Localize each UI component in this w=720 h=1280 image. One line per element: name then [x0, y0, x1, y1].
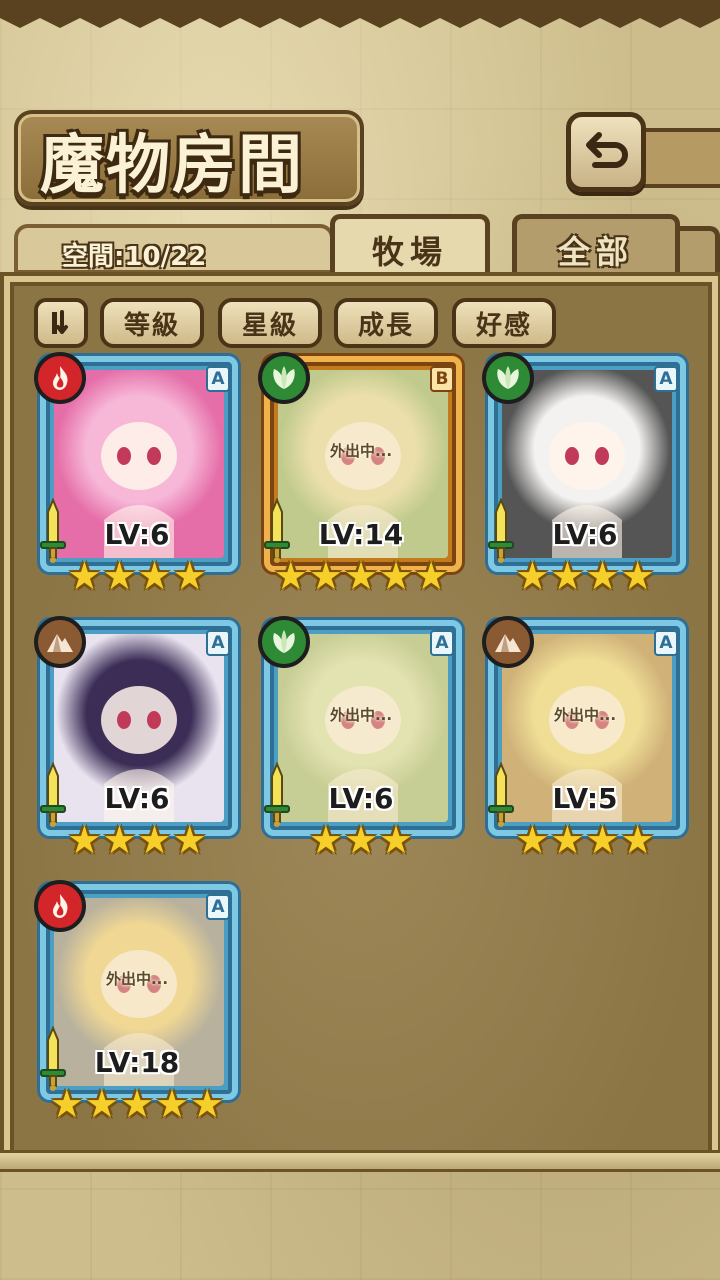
star-rating: ★ ★ ★ — [258, 820, 464, 860]
level-label: LV:18 — [94, 1046, 180, 1079]
tab-ranch[interactable]: 牧場 — [330, 214, 490, 280]
earth-element-icon — [482, 616, 534, 668]
monster-card[interactable]: A LV:6 ★ ★ ★ ★ — [34, 616, 240, 862]
star-icon: ★ — [102, 554, 137, 598]
away-status: 外出中... — [105, 970, 169, 988]
star-icon: ★ — [585, 554, 620, 598]
rank-badge: A — [206, 630, 230, 656]
back-button[interactable] — [566, 112, 646, 192]
away-status: 外出中... — [329, 442, 393, 460]
level-label: LV:14 — [318, 518, 404, 551]
star-icon: ★ — [414, 554, 449, 598]
star-icon: ★ — [67, 818, 102, 862]
rank-badge: A — [654, 366, 678, 392]
star-rating: ★ ★ ★ ★ — [34, 820, 240, 860]
monster-card[interactable]: A 外出中... LV:5 ★ ★ ★ ★ — [482, 616, 688, 862]
star-icon: ★ — [155, 1082, 190, 1126]
star-icon: ★ — [190, 1082, 225, 1126]
star-rating: ★ ★ ★ ★ ★ — [34, 1084, 240, 1124]
level-label: LV:6 — [328, 782, 394, 815]
monster-card[interactable]: B 外出中... LV:14 ★ ★ ★ ★ ★ — [258, 352, 464, 598]
sort-star-button[interactable]: 星級 — [218, 298, 322, 348]
star-icon: ★ — [137, 554, 172, 598]
star-icon: ★ — [379, 818, 414, 862]
monster-card[interactable]: A 外出中... LV:6 ★ ★ ★ — [258, 616, 464, 862]
fire-element-icon — [34, 352, 86, 404]
star-icon: ★ — [308, 554, 343, 598]
star-rating: ★ ★ ★ ★ — [482, 820, 688, 860]
sort-level-button[interactable]: 等級 — [100, 298, 204, 348]
star-icon: ★ — [102, 818, 137, 862]
star-rating: ★ ★ ★ ★ ★ — [258, 556, 464, 596]
monster-card[interactable]: A 外出中... LV:18 ★ ★ ★ ★ ★ — [34, 880, 240, 1126]
away-status: 外出中... — [329, 706, 393, 724]
rank-badge: A — [430, 630, 454, 656]
earth-element-icon — [34, 616, 86, 668]
monster-card[interactable]: A LV:6 ★ ★ ★ ★ — [34, 352, 240, 598]
star-icon: ★ — [379, 554, 414, 598]
sort-order-icon — [52, 310, 68, 334]
level-label: LV:6 — [104, 518, 170, 551]
star-icon: ★ — [119, 1082, 155, 1126]
leaf-element-icon — [482, 352, 534, 404]
level-label: LV:6 — [104, 782, 170, 815]
rank-badge: A — [206, 366, 230, 392]
level-label: LV:6 — [552, 518, 618, 551]
leaf-element-icon — [258, 352, 310, 404]
star-icon: ★ — [137, 818, 172, 862]
star-icon: ★ — [308, 818, 343, 862]
star-rating: ★ ★ ★ ★ — [34, 556, 240, 596]
return-arrow-icon — [586, 132, 628, 168]
star-icon: ★ — [550, 554, 585, 598]
page-title: 魔物房間 — [40, 128, 304, 203]
star-icon: ★ — [343, 554, 379, 598]
star-rating: ★ ★ ★ ★ — [482, 556, 688, 596]
panel-bottom-rail — [0, 1150, 720, 1172]
space-counter: 空間:10/22 — [62, 242, 207, 272]
star-icon: ★ — [84, 1082, 119, 1126]
star-icon: ★ — [172, 554, 207, 598]
rank-badge: B — [430, 366, 454, 392]
top-border — [0, 0, 720, 28]
leaf-element-icon — [258, 616, 310, 668]
away-status: 外出中... — [553, 706, 617, 724]
star-icon: ★ — [67, 554, 102, 598]
sort-growth-button[interactable]: 成長 — [334, 298, 438, 348]
sort-order-button[interactable] — [34, 298, 88, 348]
star-icon: ★ — [49, 1082, 84, 1126]
back-button-rail — [640, 128, 720, 188]
tab-all[interactable]: 全部 — [512, 214, 680, 280]
star-icon: ★ — [273, 554, 308, 598]
star-icon: ★ — [550, 818, 585, 862]
star-icon: ★ — [585, 818, 620, 862]
level-label: LV:5 — [552, 782, 618, 815]
star-icon: ★ — [343, 818, 379, 862]
monster-card[interactable]: A LV:6 ★ ★ ★ ★ — [482, 352, 688, 598]
fire-element-icon — [34, 880, 86, 932]
sort-affection-button[interactable]: 好感 — [452, 298, 556, 348]
rank-badge: A — [654, 630, 678, 656]
tab-rail — [676, 226, 720, 280]
star-icon: ★ — [515, 818, 550, 862]
star-icon: ★ — [515, 554, 550, 598]
star-icon: ★ — [172, 818, 207, 862]
star-icon: ★ — [620, 818, 655, 862]
rank-badge: A — [206, 894, 230, 920]
star-icon: ★ — [620, 554, 655, 598]
